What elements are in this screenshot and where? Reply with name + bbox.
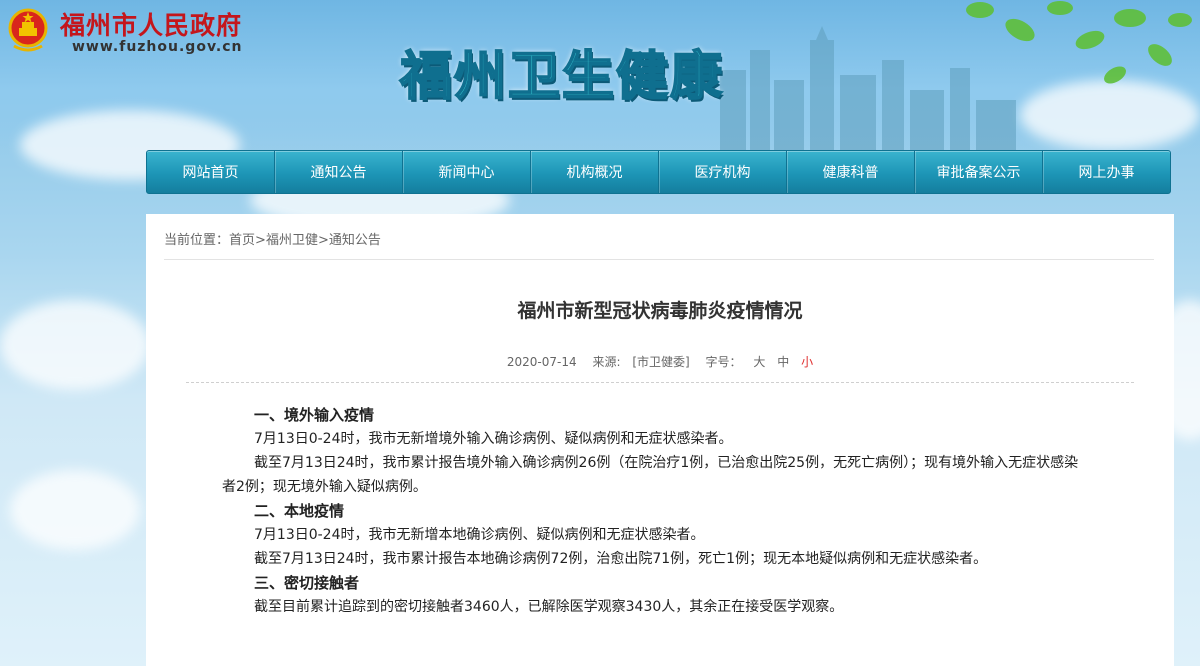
source-label: 来源: — [592, 355, 621, 369]
article-title: 福州市新型冠状病毒肺炎疫情情况 — [517, 300, 803, 322]
article-source: [市卫健委] — [632, 355, 690, 369]
nav-item-online-services[interactable]: 网上办事 — [1043, 151, 1170, 193]
content-panel: 当前位置：首页>福州卫健>通知公告 福州市新型冠状病毒肺炎疫情情况 2020-0… — [146, 214, 1174, 666]
breadcrumb-separator: > — [255, 233, 266, 248]
section-heading: 三、密切接触者 — [254, 574, 360, 592]
nav-item-organization[interactable]: 机构概况 — [531, 151, 659, 193]
nav-item-notices[interactable]: 通知公告 — [275, 151, 403, 193]
paragraph: 截至目前累计追踪到的密切接触者3460人，已解除医学观察3430人，其余正在接受… — [254, 599, 844, 615]
breadcrumb-prefix: 当前位置： — [164, 233, 230, 248]
paragraph: 7月13日0-24时，我市无新增境外输入确诊病例、疑似病例和无症状感染者。 — [254, 431, 733, 447]
site-url[interactable]: www.fuzhou.gov.cn — [72, 39, 243, 55]
article-meta: 2020-07-14 来源: [市卫健委] 字号： 大 中 小 — [146, 353, 1174, 370]
cloud-decoration — [0, 300, 150, 390]
paragraph: 7月13日0-24时，我市无新增本地确诊病例、疑似病例和无症状感染者。 — [254, 527, 705, 543]
breadcrumb-home[interactable]: 首页 — [229, 233, 255, 248]
font-size-small-button[interactable]: 小 — [801, 355, 813, 369]
nav-item-health-science[interactable]: 健康科普 — [787, 151, 915, 193]
section-heading: 二、本地疫情 — [254, 502, 345, 520]
divider — [164, 259, 1154, 260]
article-body: 一、境外输入疫情 7月13日0-24时，我市无新增境外输入确诊病例、疑似病例和无… — [222, 403, 1092, 619]
main-nav: 网站首页 通知公告 新闻中心 机构概况 医疗机构 健康科普 审批备案公示 网上办… — [146, 150, 1171, 194]
breadcrumb: 当前位置：首页>福州卫健>通知公告 — [164, 229, 381, 248]
banner-title: 福州卫生健康 — [399, 46, 725, 108]
nav-item-approval-records[interactable]: 审批备案公示 — [915, 151, 1043, 193]
section-heading: 一、境外输入疫情 — [254, 406, 375, 424]
nav-item-home[interactable]: 网站首页 — [147, 151, 275, 193]
breadcrumb-section[interactable]: 福州卫健 — [266, 233, 318, 248]
cloud-decoration — [10, 470, 140, 550]
nav-item-medical-institutions[interactable]: 医疗机构 — [659, 151, 787, 193]
divider — [186, 382, 1134, 383]
breadcrumb-separator: > — [317, 233, 329, 248]
paragraph: 截至7月13日24时，我市累计报告本地确诊病例72例，治愈出院71例，死亡1例；… — [254, 551, 988, 567]
font-size-label: 字号： — [705, 355, 742, 369]
national-emblem-icon[interactable] — [8, 6, 48, 54]
leaves-decoration — [966, 1, 1192, 84]
breadcrumb-current[interactable]: 通知公告 — [329, 233, 381, 248]
site-header: 福州市人民政府 www.fuzhou.gov.cn 福州卫生健康 — [0, 0, 1200, 150]
font-size-medium-button[interactable]: 中 — [777, 355, 789, 369]
paragraph: 截至7月13日24时，我市累计报告境外输入确诊病例26例（在院治疗1例，已治愈出… — [222, 455, 1079, 495]
nav-item-news[interactable]: 新闻中心 — [403, 151, 531, 193]
font-size-large-button[interactable]: 大 — [753, 355, 765, 369]
article-date: 2020-07-14 — [506, 355, 577, 369]
site-name[interactable]: 福州市人民政府 — [60, 6, 242, 42]
